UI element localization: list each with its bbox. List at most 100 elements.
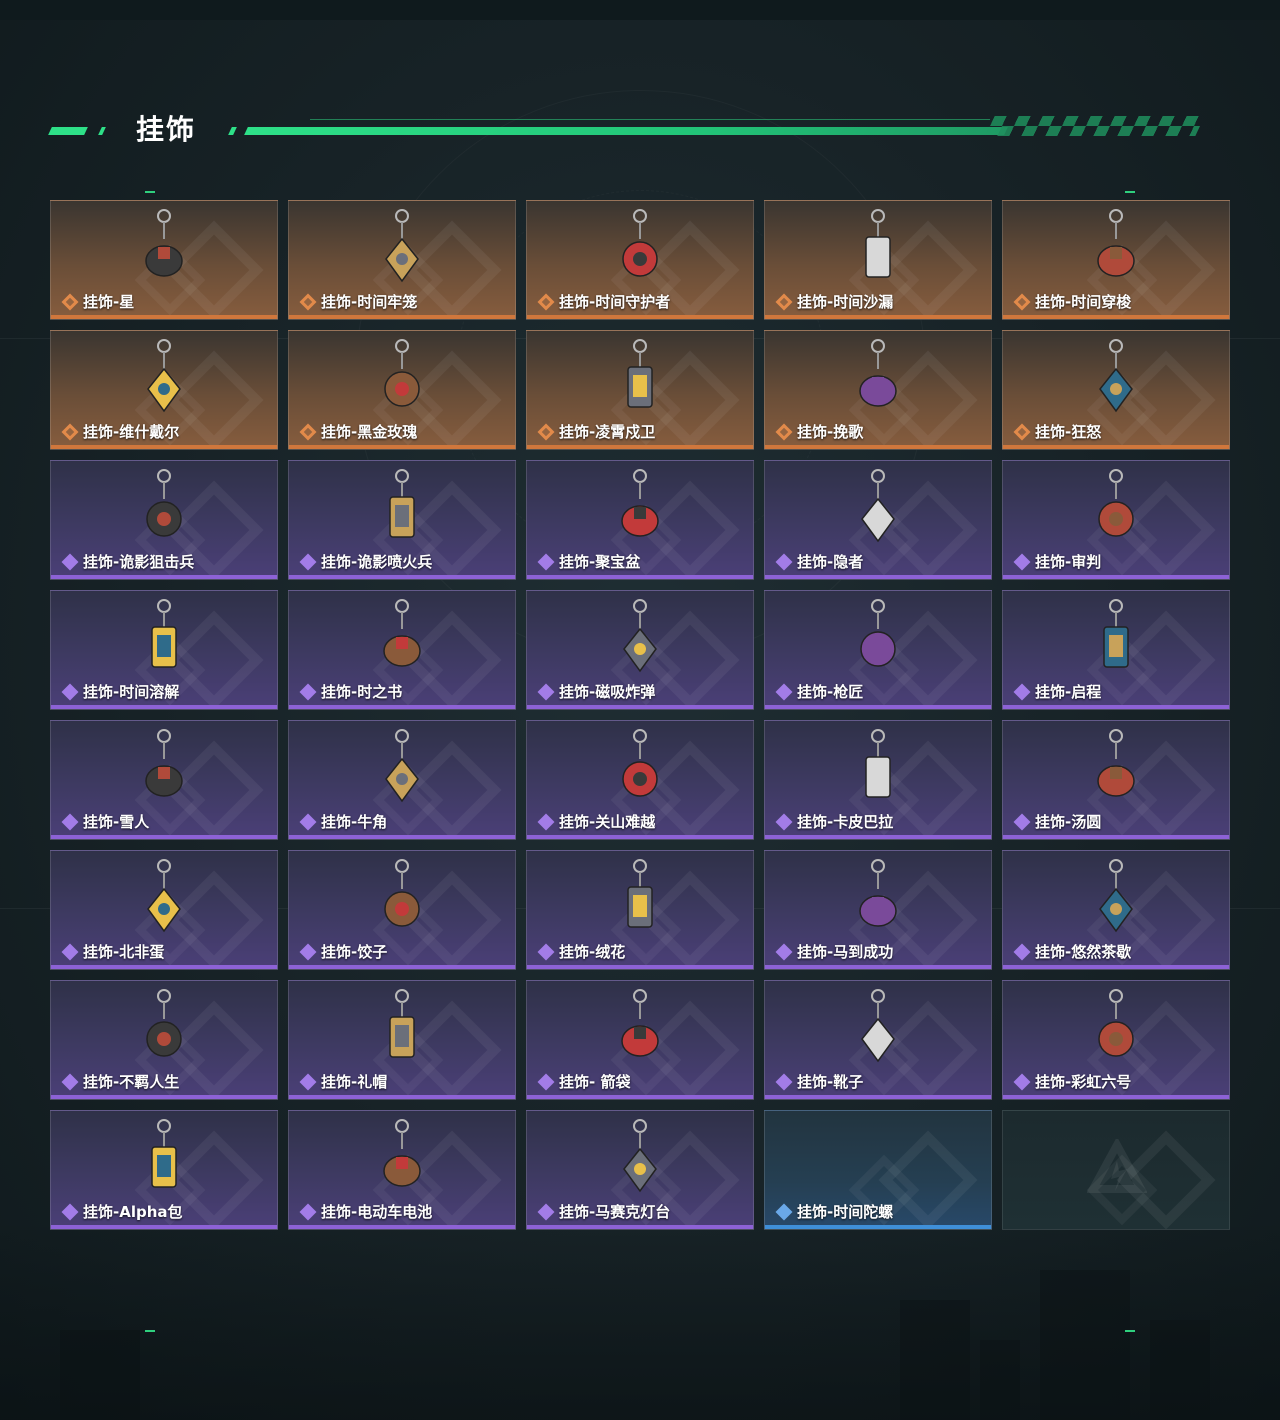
charm-card[interactable]: 挂饰-卡皮巴拉 — [764, 720, 992, 840]
charm-card[interactable]: 挂饰-彩虹六号 — [1002, 980, 1230, 1100]
rarity-diamond-icon — [775, 813, 793, 831]
charm-name: 挂饰-聚宝盆 — [559, 553, 641, 571]
charm-card[interactable]: 挂饰-电动车电池 — [288, 1110, 516, 1230]
charm-name: 挂饰-礼帽 — [321, 1073, 388, 1091]
charm-name: 挂饰-马赛克灯台 — [559, 1203, 671, 1221]
charm-card[interactable]: 挂饰-黑金玫瑰 — [288, 330, 516, 450]
charm-label: 挂饰-绒花 — [537, 941, 625, 962]
emblem-charm-icon — [1086, 597, 1146, 681]
charm-card[interactable]: 挂饰-启程 — [1002, 590, 1230, 710]
spire-charm-icon — [848, 337, 908, 421]
charm-card[interactable]: 挂饰-狂怒 — [1002, 330, 1230, 450]
charm-label: 挂饰-马到成功 — [775, 941, 893, 962]
charm-name: 挂饰-狂怒 — [1035, 423, 1102, 441]
rarity-stripe — [527, 575, 753, 579]
charm-card[interactable]: 挂饰-磁吸炸弹 — [526, 590, 754, 710]
charm-card[interactable]: 挂饰-雪人 — [50, 720, 278, 840]
charm-card[interactable]: 挂饰-绒花 — [526, 850, 754, 970]
charm-card[interactable]: 挂饰-诡影喷火兵 — [288, 460, 516, 580]
fedora-charm-icon — [372, 987, 432, 1071]
charm-card[interactable]: 挂饰-时间穿梭 — [1002, 200, 1230, 320]
charm-label: 挂饰-电动车电池 — [299, 1201, 432, 1222]
header-accent-bar — [228, 127, 237, 135]
charm-name: 挂饰-卡皮巴拉 — [797, 813, 894, 831]
header-accent-bar — [98, 127, 106, 135]
charm-label: 挂饰-挽歌 — [775, 421, 863, 442]
charm-card[interactable]: 挂饰-挽歌 — [764, 330, 992, 450]
charm-card[interactable]: 挂饰-牛角 — [288, 720, 516, 840]
charm-card[interactable]: 挂饰-星 — [50, 200, 278, 320]
rarity-diamond-icon — [299, 1073, 317, 1091]
charm-card[interactable]: 挂饰-汤圆 — [1002, 720, 1230, 840]
charm-card[interactable]: 挂饰-礼帽 — [288, 980, 516, 1100]
rarity-diamond-icon — [299, 683, 317, 701]
charm-card[interactable]: 挂饰-悠然茶歇 — [1002, 850, 1230, 970]
charm-card[interactable]: 挂饰-诡影狙击兵 — [50, 460, 278, 580]
charm-card[interactable]: 挂饰-聚宝盆 — [526, 460, 754, 580]
charm-label: 挂饰-时之书 — [299, 681, 402, 702]
charm-card[interactable]: 挂饰-维什戴尔 — [50, 330, 278, 450]
background-city — [0, 1220, 1280, 1420]
melting-clock-charm-icon — [134, 597, 194, 681]
charm-card[interactable]: 挂饰-时间牢笼 — [288, 200, 516, 320]
rarity-stripe — [527, 835, 753, 839]
rarity-stripe — [765, 1225, 991, 1229]
ring-charm-icon — [1086, 207, 1146, 291]
charm-card[interactable]: 挂饰-马赛克灯台 — [526, 1110, 754, 1230]
charm-card[interactable]: 挂饰-凌霄戍卫 — [526, 330, 754, 450]
velvet-flower-charm-icon — [610, 857, 670, 941]
corner-mark — [1125, 191, 1135, 193]
charm-card[interactable]: 挂饰-不羁人生 — [50, 980, 278, 1100]
charm-label: 挂饰- 箭袋 — [537, 1071, 630, 1092]
battery-charm-icon — [372, 1117, 432, 1201]
charm-card[interactable]: 挂饰-北非蛋 — [50, 850, 278, 970]
rarity-diamond-icon — [61, 553, 79, 571]
hourglass-charm-icon — [848, 207, 908, 291]
rarity-stripe — [289, 1095, 515, 1099]
charm-label: 挂饰-磁吸炸弹 — [537, 681, 655, 702]
charm-card[interactable]: 挂饰- 箭袋 — [526, 980, 754, 1100]
corner-mark — [145, 191, 155, 193]
rarity-stripe — [51, 315, 277, 319]
charm-card[interactable]: 挂饰-关山难越 — [526, 720, 754, 840]
rarity-stripe — [51, 835, 277, 839]
charm-card[interactable]: 挂饰-时间溶解 — [50, 590, 278, 710]
charm-card[interactable]: 挂饰-隐者 — [764, 460, 992, 580]
charm-card[interactable]: 挂饰-时之书 — [288, 590, 516, 710]
quiver-charm-icon — [610, 987, 670, 1071]
charm-label: 挂饰-卡皮巴拉 — [775, 811, 893, 832]
rarity-diamond-icon — [537, 423, 555, 441]
capybara-charm-icon — [848, 727, 908, 811]
rarity-diamond-icon — [299, 423, 317, 441]
header-checker-pattern — [985, 116, 1205, 136]
charm-card[interactable]: 挂饰-马到成功 — [764, 850, 992, 970]
charm-name: 挂饰-关山难越 — [559, 813, 656, 831]
rarity-diamond-icon — [775, 1203, 793, 1221]
charm-name: 挂饰-审判 — [1035, 553, 1102, 571]
rarity-stripe — [1003, 575, 1229, 579]
charm-card[interactable]: 挂饰-时间陀螺 — [764, 1110, 992, 1230]
charm-card[interactable]: 挂饰-审判 — [1002, 460, 1230, 580]
rarity-diamond-icon — [775, 553, 793, 571]
rarity-diamond-icon — [1013, 683, 1031, 701]
charm-label: 挂饰-北非蛋 — [61, 941, 164, 962]
charm-card[interactable]: 挂饰-Alpha包 — [50, 1110, 278, 1230]
charm-card[interactable]: 挂饰-时间沙漏 — [764, 200, 992, 320]
rarity-stripe — [765, 965, 991, 969]
rarity-diamond-icon — [1013, 423, 1031, 441]
rarity-stripe — [289, 705, 515, 709]
rarity-stripe — [765, 835, 991, 839]
charm-name: 挂饰-时间守护者 — [559, 293, 671, 311]
rarity-diamond-icon — [537, 1203, 555, 1221]
rarity-stripe — [765, 445, 991, 449]
charm-card[interactable]: 挂饰-时间守护者 — [526, 200, 754, 320]
charm-label: 挂饰-牛角 — [299, 811, 387, 832]
corner-mark — [1125, 1330, 1135, 1332]
empty-slot[interactable] — [1002, 1110, 1230, 1230]
charm-label: 挂饰-汤圆 — [1013, 811, 1101, 832]
charm-label: 挂饰-Alpha包 — [61, 1201, 183, 1222]
charm-card[interactable]: 挂饰-靴子 — [764, 980, 992, 1100]
charm-card[interactable]: 挂饰-饺子 — [288, 850, 516, 970]
rarity-diamond-icon — [299, 553, 317, 571]
charm-card[interactable]: 挂饰-枪匠 — [764, 590, 992, 710]
